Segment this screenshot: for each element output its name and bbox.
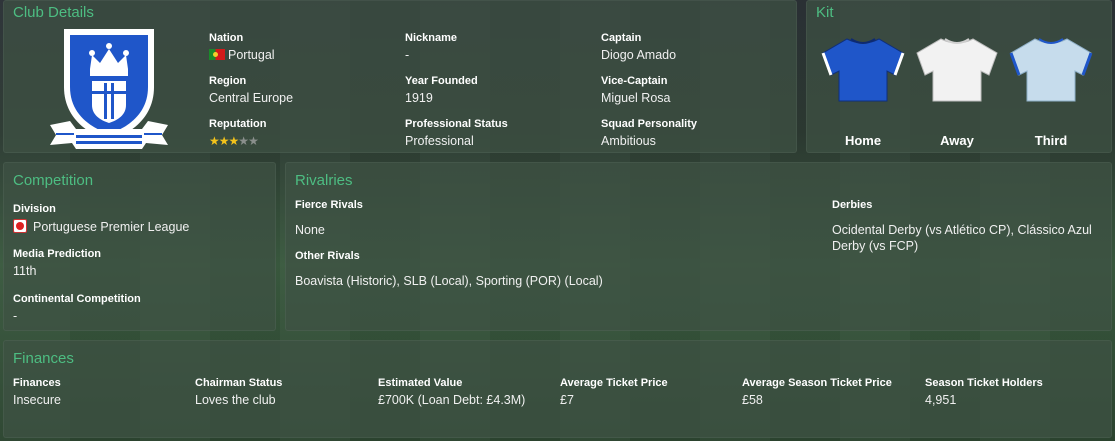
ticket-price-label: Average Ticket Price [560,377,668,389]
kit-home-label: Home [844,133,882,148]
nation-value[interactable]: Portugal [209,48,275,62]
rivalries-title: Rivalries [295,172,353,189]
year-founded-value: 1919 [405,91,433,105]
derbies-value[interactable]: Ocidental Derby (vs Atlético CP), Clássi… [832,222,1102,254]
finances-title: Finances [13,350,74,367]
division-text: Portuguese Premier League [33,220,190,234]
ticket-price-value: £7 [560,393,574,407]
other-rivals-value[interactable]: Boavista (Historic), SLB (Local), Sporti… [295,274,603,288]
continental-value: - [13,309,18,323]
vice-captain-value[interactable]: Miguel Rosa [601,91,670,105]
season-ticket-price-label: Average Season Ticket Price [742,377,892,389]
season-ticket-price-value: £58 [742,393,763,407]
home-shirt-icon[interactable] [819,35,907,105]
year-founded-label: Year Founded [405,75,478,87]
estimated-value-label: Estimated Value [378,377,463,389]
nickname-label: Nickname [405,32,457,44]
kit-title: Kit [816,4,834,21]
continental-label: Continental Competition [13,293,141,305]
star-icon: ★ [209,134,220,148]
club-details-panel: Club Details Nation Portugal Region Cent… [3,0,797,153]
squad-personality-value: Ambitious [601,134,656,148]
division-label: Division [13,203,56,215]
season-ticket-holders-label: Season Ticket Holders [925,377,1043,389]
kit-away-label: Away [940,133,974,148]
finances-panel: Finances Finances Insecure Chairman Stat… [3,340,1112,438]
finances-status-label: Finances [13,377,61,389]
vice-captain-label: Vice-Captain [601,75,668,87]
squad-personality-label: Squad Personality [601,118,697,130]
finances-status-value: Insecure [13,393,61,407]
club-crest-icon [50,29,168,149]
competition-panel: Competition Division Portuguese Premier … [3,162,276,331]
club-details-title: Club Details [13,4,94,21]
professional-status-value: Professional [405,134,474,148]
region-label: Region [209,75,247,87]
captain-value[interactable]: Diogo Amado [601,48,676,62]
chairman-status-value: Loves the club [195,393,276,407]
professional-status-label: Professional Status [405,118,508,130]
reputation-label: Reputation [209,118,267,130]
rivalries-panel: Rivalries Fierce Rivals None Other Rival… [285,162,1112,331]
media-prediction-label: Media Prediction [13,248,102,260]
kit-panel: Kit Home Away Third [806,0,1112,153]
third-shirt-icon[interactable] [1007,35,1095,105]
other-rivals-label: Other Rivals [295,250,360,262]
kit-third-label: Third [1034,133,1068,148]
captain-label: Captain [601,32,642,44]
star-icon: ★ [238,134,249,148]
region-value[interactable]: Central Europe [209,91,293,105]
competition-title: Competition [13,172,94,189]
away-shirt-icon[interactable] [913,35,1001,105]
division-value[interactable]: Portuguese Premier League [13,219,189,234]
star-icon: ★ [248,134,259,148]
league-icon [13,219,27,233]
fierce-rivals-label: Fierce Rivals [295,199,363,211]
fierce-rivals-value: None [295,223,325,237]
nickname-value: - [405,48,410,62]
media-prediction-value: 11th [13,264,37,278]
derbies-label: Derbies [832,199,873,211]
reputation-stars: ★★★★★ [209,134,259,148]
nation-text: Portugal [228,48,275,62]
season-ticket-holders-value: 4,951 [925,393,957,407]
star-icon: ★ [218,134,230,148]
star-icon: ★ [228,134,240,148]
portugal-flag-icon [209,49,225,60]
chairman-status-label: Chairman Status [195,377,283,389]
estimated-value-value: £700K (Loan Debt: £4.3M) [378,393,526,407]
nation-label: Nation [209,32,244,44]
